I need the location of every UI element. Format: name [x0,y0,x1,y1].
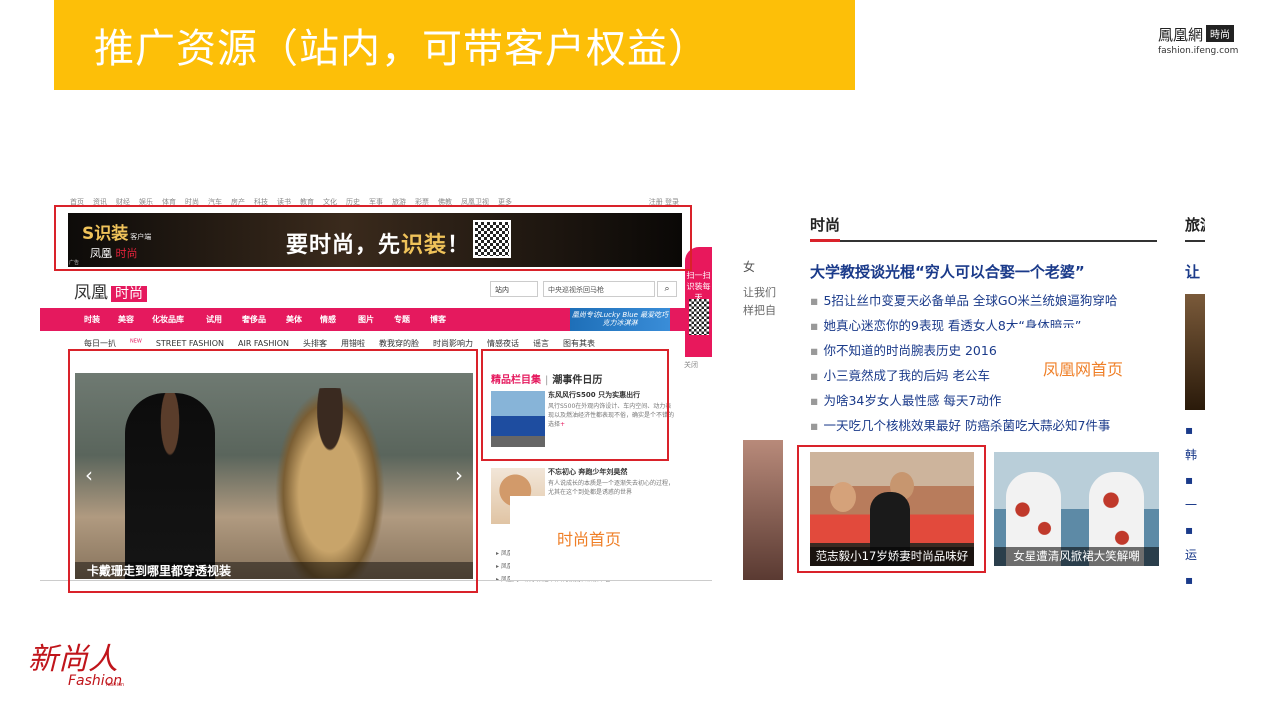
news-item-label: 一 [1185,498,1198,512]
promo-link[interactable]: 凰尚专访Lucky Blue 最爱吃巧克力冰淇淋 [570,308,670,331]
sub-nav-item[interactable]: AIR FASHION [238,339,289,348]
fragment-text: 让我们 [743,286,776,299]
story-item[interactable]: 不忘初心 奔跑少年刘昊然有人说成长的本质是一个逐渐失去初心的过程，尤其在这个到处… [548,468,678,497]
slide-title: 推广资源（站内，可带客户权益） [94,26,709,72]
search-icon[interactable]: ⌕ [657,281,677,297]
title-bar: 推广资源（站内，可带客户权益） [54,0,855,90]
xinshangren-logo: 新尚人 Fashion fashion [28,645,128,695]
channel-nav-item[interactable]: 时装 [84,314,100,325]
new-badge: NEW [130,338,142,345]
channel-nav-item[interactable]: 专题 [394,314,410,325]
news-item[interactable]: ▪ 一天吃几个核桃效果最好 防癌杀菌吃大蒜必知7件事 [810,417,1170,442]
overlay-label-fashion-home: 时尚首页 [557,530,622,549]
overlay-label-ifeng-home: 凤凰网首页 [1043,360,1124,379]
sub-nav-item[interactable]: 头排客 [303,339,327,348]
site-logo[interactable]: 凤凰 时尚 [74,278,147,303]
section-title[interactable]: 时尚 [810,214,840,235]
xin-logo-cn: 新尚人 [28,642,118,677]
photo-news-card[interactable]: 女星遭清风掀裙大笑解嘲 [994,452,1159,566]
section-underline [1185,240,1205,242]
channel-nav-item[interactable]: 美容 [118,314,134,325]
edge-image[interactable] [743,440,783,580]
close-button[interactable]: 关闭 [684,360,698,370]
sub-nav-item[interactable]: 每日一扒 NEW [84,338,142,348]
ifeng-logo-name: 鳳凰網 [1158,26,1204,44]
news-item-label: 5招让丝巾变夏天必备单品 全球GO米兰统娘逼狗穿哈 [823,293,1118,308]
headline-link[interactable]: 大学教授谈光棍“穷人可以合娶一个老婆” [810,261,1085,282]
news-item-label: 运 [1185,548,1198,562]
highlight-frame-banner [54,205,692,271]
channel-nav-item[interactable]: 图片 [358,314,374,325]
sub-nav-label: 每日一扒 [84,339,116,348]
channel-nav-item[interactable]: 化妆品库 [152,314,184,325]
channel-nav: 时装 美容 化妆品库 试用 奢侈品 美体 情感 图片 专题 博客 凰尚专访Luc… [40,308,685,331]
travel-image[interactable] [1185,294,1205,410]
news-item[interactable]: ▪ 一 [1185,468,1205,518]
highlight-frame-photo [797,445,986,573]
qr-code-icon [689,299,709,335]
section-title-travel[interactable]: 旅游 [1185,214,1205,235]
news-item[interactable]: ▪ 韩 [1185,418,1205,468]
channel-nav-item[interactable]: 情感 [320,314,336,325]
channel-nav-item[interactable]: 美体 [286,314,302,325]
news-item[interactable]: ▪ 运 [1185,518,1205,568]
news-item[interactable]: ▪ 5招让丝巾变夏天必备单品 全球GO米兰统娘逼狗穿哈 [810,292,1170,317]
story-text: 有人说成长的本质是一个逐渐失去初心的过程，尤其在这个到处都是诱惑的世界 [548,480,675,496]
news-item-label: 韩 [1185,448,1198,462]
search-input[interactable]: 中央巡视杀回马枪 [543,281,655,297]
news-item-label: 为啥34岁女人最性感 每天7动作 [823,393,1002,408]
sub-nav-item[interactable]: 情感夜话 [487,339,519,348]
ifeng-logo: 鳳凰網 時尚 fashion.ifeng.com [1158,24,1260,56]
channel-nav-item[interactable]: 试用 [206,314,222,325]
site-logo-name: 凤凰 [74,283,108,303]
sub-nav-item[interactable]: 图有其表 [563,339,595,348]
site-logo-badge: 时尚 [111,286,147,302]
channel-nav-item[interactable]: 博客 [430,314,446,325]
sub-nav-item[interactable]: 教我穿的脸 [379,339,419,348]
travel-news-list: ▪ 韩 ▪ 一 ▪ 运 ▪ 芽 ▪ 韩 ▪ 运 [1185,418,1205,588]
channel-nav-item[interactable]: 奢侈品 [242,314,266,325]
highlight-frame-selection [481,349,669,461]
sub-nav: 每日一扒 NEW STREET FASHION AIR FASHION 头排客 用错啦 教我… [84,338,674,349]
left-column-fragment: 女 让我们 样把自 [743,258,776,320]
news-item-label: 你不知道的时尚腕表历史 2016 [823,343,997,358]
ifeng-logo-badge: 時尚 [1206,25,1235,42]
search-area: 站内 中央巡视杀回马枪 ⌕ [490,281,678,297]
search-scope-select[interactable]: 站内 [490,281,538,297]
sub-nav-item[interactable]: 谣言 [533,339,549,348]
fragment-text: 样把自 [743,304,776,317]
sub-nav-item[interactable]: STREET FASHION [156,339,224,348]
highlight-frame-hero [68,349,478,593]
story-title: 不忘初心 奔跑少年刘昊然 [548,468,628,476]
news-item-label: 小三竟然成了我的后妈 老公车 [823,368,990,383]
photo-caption: 女星遭清风掀裙大笑解嘲 [994,547,1159,566]
ifeng-logo-url: fashion.ifeng.com [1158,46,1239,56]
xin-logo-small: fashion [106,682,125,688]
headline-link[interactable]: 让 [1185,261,1200,282]
section-underline-accent [810,239,840,242]
sub-nav-item[interactable]: 用错啦 [341,339,365,348]
sub-nav-item[interactable]: 时尚影响力 [433,339,473,348]
section-underline [810,239,1157,242]
news-item[interactable]: ▪ 芽 [1185,568,1205,588]
news-item-label: 一天吃几个核桃效果最好 防癌杀菌吃大蒜必知7件事 [823,418,1111,433]
fragment-text: 女 [743,260,756,274]
